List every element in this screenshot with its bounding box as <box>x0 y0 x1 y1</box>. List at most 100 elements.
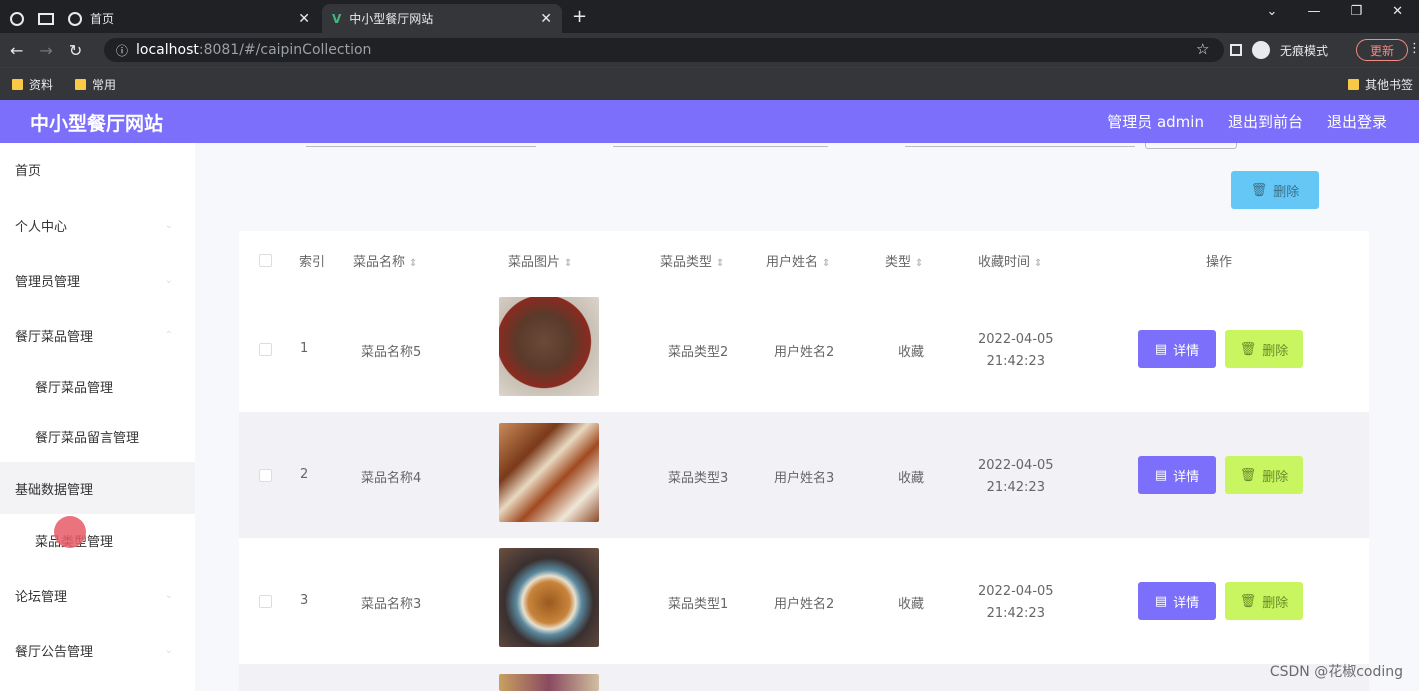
forward-icon[interactable]: → <box>39 41 52 60</box>
sidebar-item-label: 个人中心 <box>15 219 68 235</box>
chevron-icon: ⌄ <box>164 219 173 231</box>
close-icon[interactable]: ✕ <box>298 11 310 27</box>
column-header[interactable]: 菜品类型 ⇕ <box>660 251 724 270</box>
search-button[interactable] <box>1145 143 1237 149</box>
search-input-line[interactable] <box>306 146 536 147</box>
close-icon[interactable]: ✕ <box>540 11 552 27</box>
cell-index: 2 <box>300 467 309 482</box>
vue-icon: V <box>332 11 342 26</box>
close-window-icon[interactable]: ✕ <box>1392 4 1403 19</box>
table-row <box>239 664 1369 691</box>
cell-clock: 21:42:23 <box>986 354 1045 369</box>
update-button[interactable]: 更新 <box>1356 39 1408 61</box>
column-header[interactable]: 收藏时间 ⇕ <box>978 251 1042 270</box>
trash-icon: 🗑 <box>1239 593 1257 609</box>
cell-user: 用户姓名2 <box>774 345 835 360</box>
admin-label: 管理员 admin <box>1107 113 1204 131</box>
sidebar-item-label: 餐厅菜品管理 <box>15 329 94 345</box>
click-indicator <box>54 516 86 548</box>
bookmark-folder-changyong[interactable]: 常用 <box>75 76 116 93</box>
bookmarks-bar: 资料 常用 其他书签 <box>0 67 1419 100</box>
logout-link[interactable]: 退出登录 <box>1327 111 1387 132</box>
sidebar-item-label: 管理员管理 <box>15 274 81 290</box>
sort-icon[interactable]: ⇕ <box>564 258 572 269</box>
search-input-line[interactable] <box>905 146 1135 147</box>
detail-button[interactable]: ▤ 详情 <box>1138 456 1216 494</box>
cell-index: 3 <box>300 593 309 608</box>
reload-icon[interactable]: ↻ <box>69 41 82 60</box>
delete-button[interactable]: 🗑 删除 <box>1225 582 1303 620</box>
sort-icon[interactable]: ⇕ <box>822 258 830 269</box>
bookmark-folder-ziliao[interactable]: 资料 <box>12 76 53 93</box>
incognito-icon <box>1252 41 1270 59</box>
restore-icon[interactable]: ❐ <box>1350 4 1362 19</box>
url-field[interactable]: ⓘ localhost:8081/#/caipinCollection <box>104 38 1224 62</box>
column-label: 菜品名称 <box>353 255 406 270</box>
cell-date: 2022-04-05 <box>978 332 1054 347</box>
sort-icon[interactable]: ⇕ <box>716 258 724 269</box>
cell-user: 用户姓名3 <box>774 471 835 486</box>
cell-type: 菜品类型1 <box>668 597 729 612</box>
column-header: 索引 <box>299 255 326 270</box>
tab-home[interactable]: 首页 ✕ <box>0 4 320 33</box>
menu-icon[interactable]: ⋮ <box>1408 41 1419 56</box>
cell-type: 菜品类型3 <box>668 471 729 486</box>
detail-button[interactable]: ▤ 详情 <box>1138 330 1216 368</box>
url-path: :8081/#/caipinCollection <box>198 42 372 58</box>
tab-restaurant[interactable]: V 中小型餐厅网站 ✕ <box>322 4 562 33</box>
app-header: 中小型餐厅网站 管理员 admin 退出到前台 退出登录 <box>0 100 1419 143</box>
sidebar-item-notice[interactable]: 餐厅公告管理 ⌄ <box>0 624 195 676</box>
sidebar-item-personal[interactable]: 个人中心 ⌄ <box>0 199 195 251</box>
row-checkbox[interactable] <box>259 343 272 356</box>
new-tab-button[interactable]: + <box>572 6 587 27</box>
search-input-line[interactable] <box>613 146 828 147</box>
sidebar-item-home[interactable]: 首页 <box>0 143 195 195</box>
batch-delete-button[interactable]: 🗑 删除 <box>1231 171 1319 209</box>
row-checkbox[interactable] <box>259 595 272 608</box>
document-icon: ▤ <box>1154 341 1168 357</box>
sidebar-item-label: 餐厅菜品留言管理 <box>35 430 140 446</box>
sidebar-subitem-dish-type[interactable]: 菜品类型管理 <box>0 514 195 566</box>
trash-icon: 🗑 <box>1239 467 1257 483</box>
sidebar-item-dishes[interactable]: 餐厅菜品管理 ⌃ <box>0 309 195 361</box>
sidebar-item-basic-data[interactable]: 基础数据管理 <box>0 462 195 514</box>
cell-date: 2022-04-05 <box>978 584 1054 599</box>
cell-time: 2022-04-05 21:42:23 <box>978 581 1054 625</box>
minimize-icon[interactable]: — <box>1307 4 1320 19</box>
row-checkbox[interactable] <box>259 469 272 482</box>
column-header[interactable]: 菜品名称 ⇕ <box>353 251 417 270</box>
sort-icon[interactable]: ⇕ <box>409 258 417 269</box>
bookmark-folder-other[interactable]: 其他书签 <box>1348 76 1413 93</box>
sidebar-subitem-messages[interactable]: 餐厅菜品留言管理 <box>0 410 195 462</box>
delete-button[interactable]: 🗑 删除 <box>1225 330 1303 368</box>
sidebar-item-label: 餐厅公告管理 <box>15 644 94 660</box>
delete-button[interactable]: 🗑 删除 <box>1225 456 1303 494</box>
chevron-icon: ⌃ <box>164 329 173 341</box>
column-header[interactable]: 菜品图片 ⇕ <box>508 251 572 270</box>
star-icon[interactable]: ☆ <box>1196 40 1209 58</box>
cell-date: 2022-04-05 <box>978 458 1054 473</box>
url-host: localhost <box>136 42 199 58</box>
sidebar-subitem-dishes[interactable]: 餐厅菜品管理 <box>0 360 195 412</box>
chevron-down-icon[interactable]: ⌄ <box>1267 4 1278 19</box>
exit-to-front-link[interactable]: 退出到前台 <box>1228 111 1303 132</box>
back-icon[interactable]: ← <box>10 41 23 60</box>
info-icon: ⓘ <box>116 43 129 58</box>
sort-icon[interactable]: ⇕ <box>915 258 923 269</box>
table-header: 索引 菜品名称 ⇕ 菜品图片 ⇕ 菜品类型 ⇕ 用户姓名 ⇕ 类型 ⇕ 收藏时间 ⇕ 操作 <box>239 231 1369 286</box>
column-header[interactable]: 用户姓名 ⇕ <box>766 251 830 270</box>
select-all-checkbox[interactable] <box>259 254 272 267</box>
globe-icon <box>10 11 24 26</box>
globe-icon <box>68 11 82 26</box>
column-label: 收藏时间 <box>978 255 1031 270</box>
sort-icon[interactable]: ⇕ <box>1034 258 1042 269</box>
dish-image-steak <box>499 297 599 396</box>
sidebar-item-admin[interactable]: 管理员管理 ⌄ <box>0 254 195 306</box>
column-header[interactable]: 类型 ⇕ <box>885 251 923 270</box>
bookmark-label: 其他书签 <box>1365 78 1414 92</box>
cell-clock: 21:42:23 <box>986 606 1045 621</box>
detail-button[interactable]: ▤ 详情 <box>1138 582 1216 620</box>
folder-icon <box>1348 79 1359 90</box>
sidebar-item-forum[interactable]: 论坛管理 ⌄ <box>0 569 195 621</box>
sidebar-toggle-icon[interactable] <box>1230 44 1242 56</box>
